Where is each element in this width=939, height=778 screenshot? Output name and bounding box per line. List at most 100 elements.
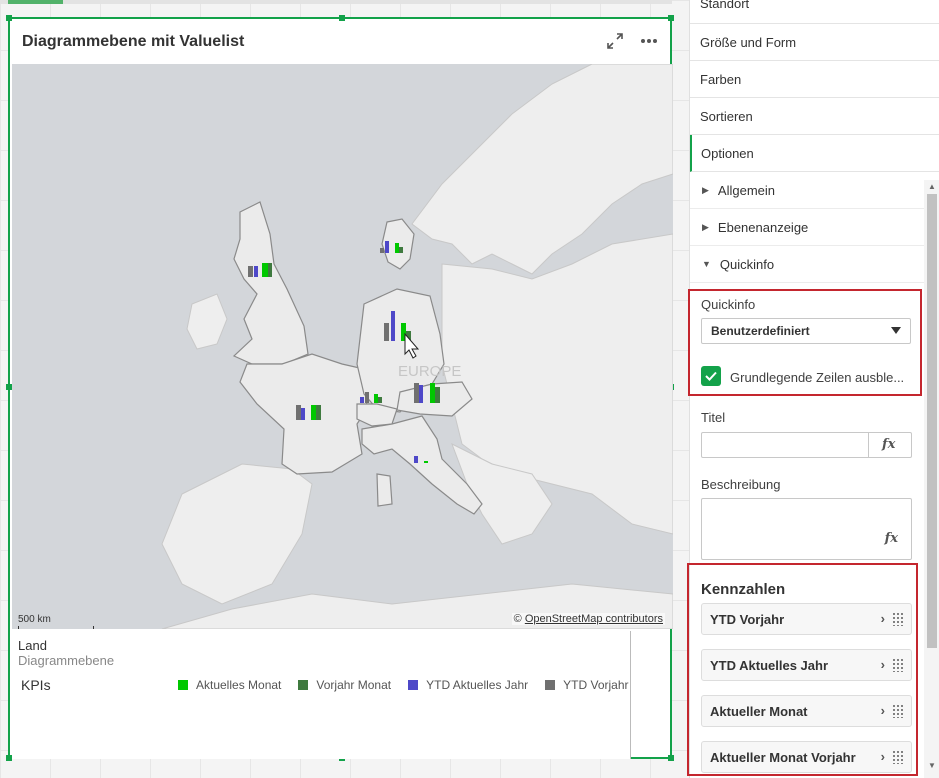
attribution-link[interactable]: OpenStreetMap contributors [525, 613, 663, 625]
section-label: Ebenenanzeige [717, 219, 809, 235]
map-bar[interactable] [301, 408, 305, 420]
drag-handle-icon[interactable] [892, 704, 904, 718]
resize-handle-nw[interactable] [6, 15, 12, 21]
legend-layer-label: Diagrammebene [18, 653, 115, 668]
map-bar[interactable] [296, 405, 301, 420]
map-visualization[interactable]: Diagrammebene mit Valuelist EUROPE 500 k… [6, 15, 674, 761]
drag-handle-icon[interactable] [892, 658, 904, 672]
chevron-right-icon: › [880, 749, 885, 764]
map-bar[interactable] [391, 311, 395, 341]
scroll-up-icon[interactable]: ▲ [928, 182, 936, 191]
drag-handle-icon[interactable] [892, 612, 904, 626]
legend-swatch [178, 680, 188, 690]
map-bar[interactable] [414, 456, 418, 463]
titel-input[interactable]: fx [701, 432, 912, 458]
map-bar[interactable] [316, 405, 321, 420]
grundlegende-zeilen-checkbox[interactable] [701, 366, 721, 386]
map-bar[interactable] [435, 387, 440, 403]
nav-label: Größe und Form [700, 34, 797, 50]
legend-item-ytd-aktuelles-jahr[interactable]: YTD Aktuelles Jahr [408, 678, 528, 692]
map-bar[interactable] [414, 383, 419, 403]
nav-label: Sortieren [700, 108, 753, 124]
kennzahl-aktueller-monat-vorjahr[interactable]: Aktueller Monat Vorjahr › [701, 741, 912, 773]
section-ebenenanzeige[interactable]: ▶ Ebenenanzeige [690, 209, 939, 246]
nav-label: Optionen [701, 145, 754, 161]
fx-icon[interactable]: fx [885, 531, 898, 546]
beschreibung-textarea[interactable]: fx [701, 498, 912, 560]
legend-item-aktuelles-monat[interactable]: Aktuelles Monat [178, 678, 281, 692]
beschreibung-label: Beschreibung [701, 477, 781, 492]
map-bar[interactable] [268, 263, 272, 277]
expand-icon[interactable] [604, 30, 626, 52]
nav-groesse-und-form[interactable]: Größe und Form [690, 24, 939, 61]
nav-optionen[interactable]: Optionen [690, 135, 939, 172]
drag-handle-icon[interactable] [892, 750, 904, 764]
kennzahl-ytd-vorjahr[interactable]: YTD Vorjahr › [701, 603, 912, 635]
legend-item-label: Vorjahr Monat [316, 678, 392, 692]
nav-sortieren[interactable]: Sortieren [690, 98, 939, 135]
europe-map: EUROPE [12, 64, 673, 629]
titel-fx-button[interactable]: fx [868, 433, 911, 457]
section-allgemein[interactable]: ▶ Allgemein [690, 172, 939, 209]
caret-down-icon: ▼ [702, 259, 711, 269]
resize-handle-se[interactable] [668, 755, 674, 761]
map-bar[interactable] [384, 323, 389, 341]
legend-kpis-label: KPIs [21, 677, 51, 693]
section-quickinfo[interactable]: ▼ Quickinfo [690, 246, 939, 283]
legend-items: Aktuelles Monat Vorjahr Monat YTD Aktuel… [178, 678, 646, 692]
map-bar[interactable] [395, 243, 399, 253]
scale-bar [18, 626, 94, 629]
kennzahl-label: Aktueller Monat [710, 703, 808, 719]
scroll-thumb[interactable] [927, 194, 937, 648]
resize-handle-n[interactable] [339, 15, 345, 21]
legend-swatch [408, 680, 419, 690]
more-icon[interactable] [638, 30, 660, 52]
panel-scrollbar[interactable]: ▲ ▼ [924, 180, 939, 778]
map-bar[interactable] [385, 241, 389, 253]
map-bar[interactable] [360, 397, 364, 403]
map-bar[interactable] [254, 266, 258, 277]
map-bar[interactable] [378, 397, 382, 403]
kennzahl-aktueller-monat[interactable]: Aktueller Monat › [701, 695, 912, 727]
viz-title: Diagrammebene mit Valuelist [22, 33, 245, 50]
nav-label: Standort [700, 0, 750, 11]
nav-label: Farben [700, 71, 742, 87]
resize-handle-ne[interactable] [668, 15, 674, 21]
map-bar[interactable] [399, 247, 403, 253]
map-bar[interactable] [248, 266, 253, 277]
legend-land-label: Land [18, 638, 47, 653]
quickinfo-select[interactable]: Benutzerdefiniert [701, 318, 911, 344]
dropdown-arrow-icon [891, 327, 901, 334]
map-attribution: © OpenStreetMap contributors [511, 613, 665, 625]
map-legend: Land Diagrammebene KPIs Aktuelles Monat … [12, 631, 631, 759]
map-bar[interactable] [419, 385, 423, 403]
top-scrollbar[interactable] [0, 0, 672, 4]
map-bar[interactable] [311, 405, 316, 420]
attribution-prefix: © [513, 613, 522, 625]
scale-label: 500 km [18, 614, 51, 625]
legend-item-ytd-vorjahr[interactable]: YTD Vorjahr [545, 678, 629, 692]
section-label: Allgemein [717, 182, 776, 198]
map-bar[interactable] [424, 461, 428, 463]
check-icon [705, 371, 717, 381]
top-scroll-thumb[interactable] [8, 0, 63, 4]
nav-standort[interactable]: Standort [690, 0, 939, 24]
map-scale: 500 km [18, 614, 94, 629]
legend-item-vorjahr-monat[interactable]: Vorjahr Monat [298, 678, 391, 692]
caret-right-icon: ▶ [702, 184, 709, 195]
nav-farben[interactable]: Farben [690, 61, 939, 98]
titel-label: Titel [701, 410, 726, 425]
sardinia-region [376, 473, 393, 507]
map-bar[interactable] [430, 383, 435, 403]
map-bar[interactable] [380, 248, 384, 253]
section-label: Quickinfo [719, 256, 775, 272]
map-bar[interactable] [262, 263, 268, 277]
kennzahl-label: YTD Aktuelles Jahr [710, 657, 829, 673]
chevron-right-icon: › [880, 611, 885, 626]
map-area[interactable]: EUROPE 500 km © OpenStreetMap contributo… [12, 64, 673, 629]
map-bar[interactable] [374, 394, 378, 403]
scroll-down-icon[interactable]: ▼ [928, 761, 936, 770]
map-bar[interactable] [365, 392, 369, 403]
kennzahl-ytd-aktuelles-jahr[interactable]: YTD Aktuelles Jahr › [701, 649, 912, 681]
kennzahl-label: Aktueller Monat Vorjahr [710, 749, 856, 765]
